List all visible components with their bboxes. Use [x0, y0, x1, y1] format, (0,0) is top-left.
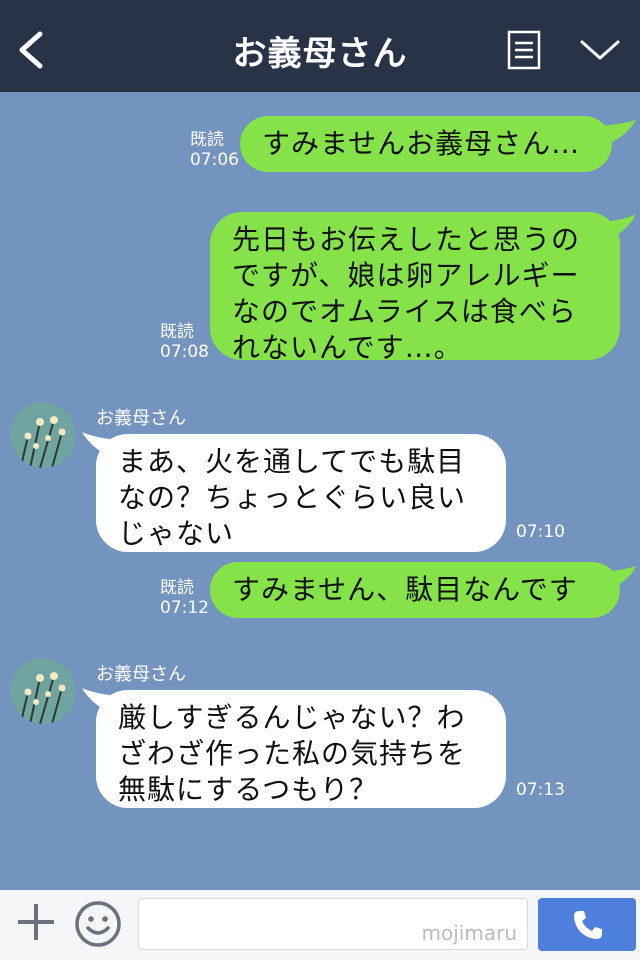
message-time: 07:10 [516, 522, 565, 542]
message-line: じゃない [118, 517, 235, 550]
call-button[interactable] [538, 898, 636, 951]
message-line: ざわざ作った私の気持ちを [118, 737, 467, 770]
message-line: 厳しすぎるんじゃない？わ [118, 701, 466, 734]
message-line: なのでオムライスは食べら [232, 295, 577, 328]
watermark: mojimaru [421, 921, 517, 945]
avatar[interactable] [10, 658, 76, 724]
smiley-icon [75, 901, 121, 947]
message-line: すみませんお義母さん… [262, 127, 581, 160]
chat-header: お義母さん [0, 0, 640, 92]
message-line: まあ、火を通してでも駄目 [118, 445, 466, 478]
chevron-down-icon [580, 40, 620, 60]
message-line: なの？ちょっとぐらい良い [118, 481, 467, 514]
sender-name: お義母さん [96, 664, 186, 685]
bubble-tail [604, 214, 636, 238]
avatar[interactable] [10, 402, 76, 468]
message-line: ですが、娘は卵アレルギー [232, 259, 580, 292]
read-receipt: 既読 [160, 322, 194, 342]
message-line: すみません、駄目なんです [232, 573, 578, 606]
message-time: 07:08 [160, 342, 209, 362]
message-meta: 既読 07:08 [160, 322, 209, 362]
flower-avatar-icon [10, 402, 76, 468]
message-time: 07:12 [160, 598, 209, 618]
message-line: れないんです…。 [232, 331, 463, 364]
their-message-bubble[interactable]: 厳しすぎるんじゃない？わ ざわざ作った私の気持ちを 無駄にするつもり？ [96, 690, 506, 808]
flower-avatar-icon [10, 658, 76, 724]
menu-button[interactable] [507, 30, 541, 70]
message-meta: 既読 07:06 [190, 130, 239, 170]
emoji-button[interactable] [74, 900, 122, 948]
read-receipt: 既読 [160, 578, 194, 598]
sender-name: お義母さん [96, 408, 186, 429]
bubble-tail [604, 566, 636, 588]
message-input[interactable]: mojimaru [138, 898, 528, 950]
my-message-bubble[interactable]: すみません、駄目なんです [210, 562, 620, 618]
message-list[interactable]: 既読 07:06 すみませんお義母さん… 既読 07:08 先日もお伝えしたと思… [0, 92, 640, 890]
phone-icon [574, 911, 602, 939]
add-button[interactable] [14, 900, 58, 944]
read-receipt: 既読 [190, 130, 224, 150]
dropdown-button[interactable] [578, 36, 622, 64]
list-icon [507, 30, 541, 70]
chat-title: お義母さん [232, 34, 408, 74]
their-message-bubble[interactable]: まあ、火を通してでも駄目 なの？ちょっとぐらい良い じゃない [96, 434, 506, 552]
plus-icon [18, 904, 54, 940]
bubble-tail [602, 120, 636, 142]
my-message-bubble[interactable]: すみませんお義母さん… [240, 116, 612, 172]
message-line: 無駄にするつもり？ [118, 773, 379, 806]
message-time: 07:06 [190, 150, 239, 170]
message-meta: 既読 07:12 [160, 578, 209, 618]
message-line: 先日もお伝えしたと思うの [232, 223, 581, 256]
my-message-bubble[interactable]: 先日もお伝えしたと思うの ですが、娘は卵アレルギー なのでオムライスは食べら れ… [210, 212, 620, 364]
message-time: 07:13 [516, 780, 565, 800]
